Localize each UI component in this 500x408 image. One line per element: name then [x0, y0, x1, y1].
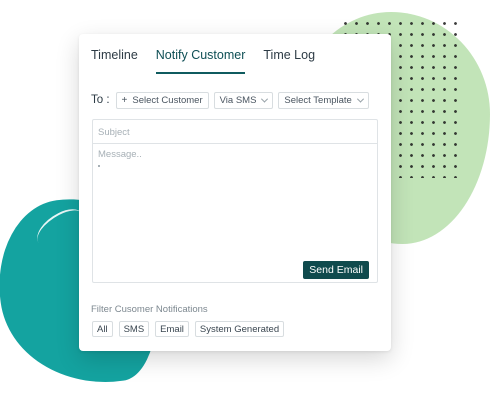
- filter-chip-system-generated[interactable]: System Generated: [194, 321, 285, 337]
- filter-chip-all[interactable]: All: [92, 321, 113, 337]
- template-select[interactable]: Select Template: [278, 91, 369, 109]
- tab-notify-customer[interactable]: Notify Customer: [155, 34, 246, 74]
- filter-chips: All SMS Email System Generated: [92, 321, 290, 337]
- channel-select[interactable]: Via SMS: [213, 91, 274, 109]
- filter-chip-sms[interactable]: SMS: [118, 321, 150, 337]
- message-placeholder: Message..: [98, 149, 142, 160]
- subject-placeholder: Subject: [98, 127, 130, 138]
- chevron-down-icon: [356, 95, 364, 103]
- send-email-button[interactable]: Send Email: [303, 261, 369, 279]
- filter-chip-email[interactable]: Email: [155, 321, 189, 337]
- compose-box: Subject Message.. Send Email: [92, 119, 378, 283]
- tab-bar: Timeline Notify Customer Time Log: [79, 34, 391, 74]
- channel-select-value: Via SMS: [219, 94, 257, 106]
- tab-timeline[interactable]: Timeline: [91, 34, 138, 74]
- filter-label: Filter Cusomer Notifications: [91, 304, 208, 315]
- to-label: To :: [91, 94, 110, 106]
- subject-input[interactable]: Subject: [93, 120, 377, 144]
- text-cursor-icon: [98, 165, 100, 167]
- recipient-row: To : + Select Customer Via SMS Select Te…: [91, 91, 374, 109]
- select-customer-label: Select Customer: [132, 94, 203, 106]
- chevron-down-icon: [261, 95, 269, 103]
- stage: Timeline Notify Customer Time Log To : +…: [0, 0, 500, 408]
- tab-time-log[interactable]: Time Log: [263, 34, 315, 74]
- notification-card: Timeline Notify Customer Time Log To : +…: [79, 34, 391, 351]
- template-select-value: Select Template: [284, 94, 352, 106]
- plus-icon: +: [121, 94, 128, 106]
- select-customer-button[interactable]: + Select Customer: [115, 91, 209, 109]
